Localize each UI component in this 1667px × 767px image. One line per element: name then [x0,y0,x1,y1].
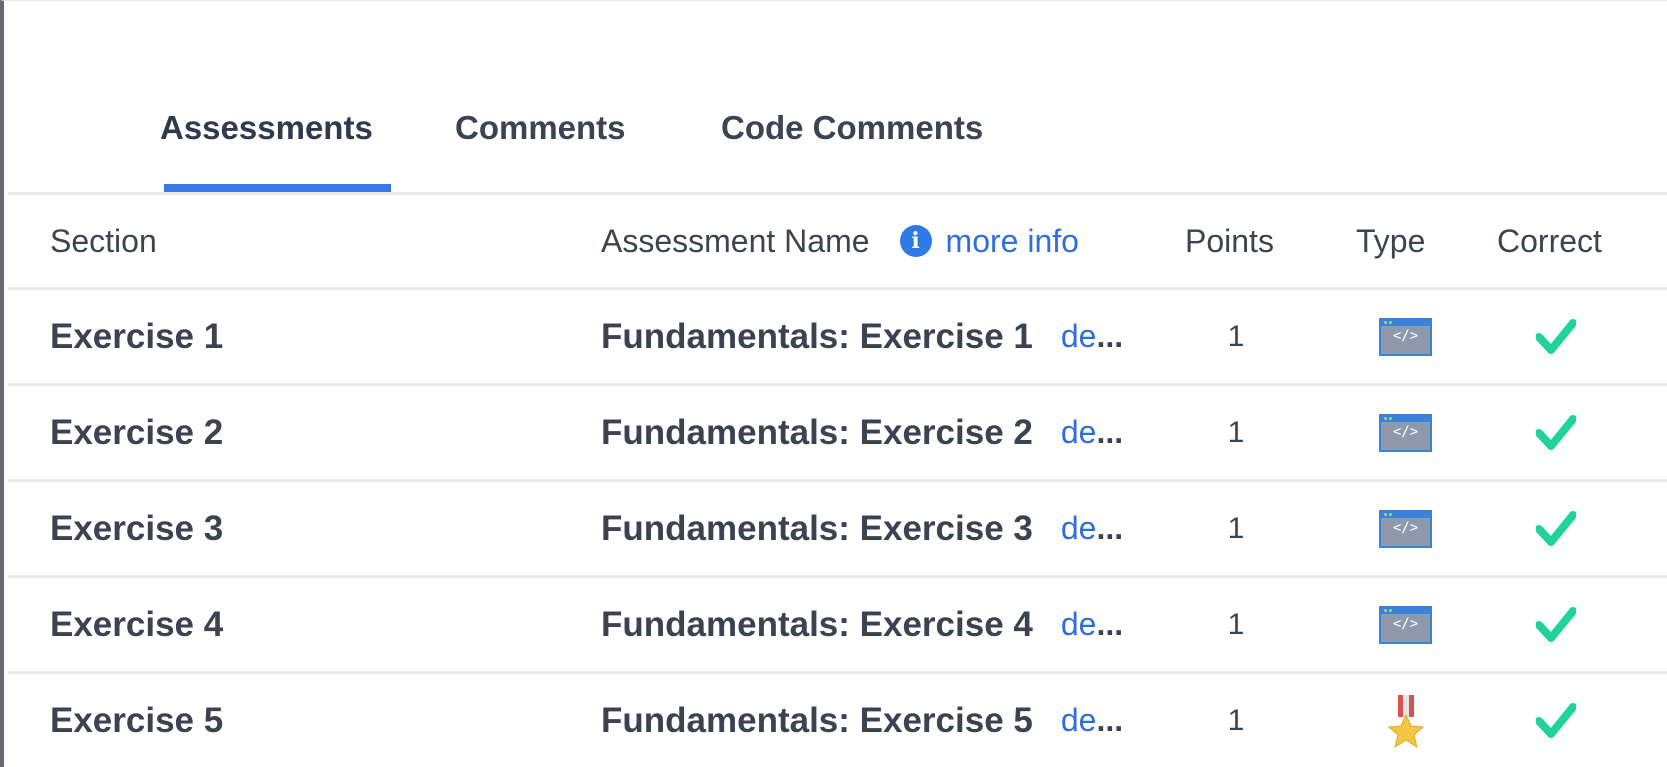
checkmark-icon [1536,510,1576,546]
points-value: 1 [1227,511,1245,545]
more-info-link[interactable]: more info [946,223,1079,260]
assessment-panel: Assessments Comments Code Comments Secti… [0,0,1667,767]
truncation-ellipsis: ... [1096,606,1124,642]
checkmark-icon [1536,702,1576,738]
tab-code-comments[interactable]: Code Comments [721,109,983,147]
column-header-points: Points [1185,222,1274,259]
assessment-name: Fundamentals: Exercise 2 [601,412,1033,452]
checkmark-icon [1536,318,1576,354]
truncation-ellipsis: ... [1096,510,1124,546]
details-link[interactable]: de [1061,318,1097,355]
code-window-icon: </> [1379,413,1432,452]
points-value: 1 [1227,703,1245,737]
code-window-icon: </> [1379,317,1432,356]
table-row[interactable]: Exercise 5 Fundamentals: Exercise 5 de..… [8,674,1667,767]
table-row[interactable]: Exercise 1 Fundamentals: Exercise 1 de..… [8,290,1667,386]
column-header-correct: Correct [1497,222,1602,259]
assessment-name: Fundamentals: Exercise 4 [601,604,1033,644]
column-header-assessment-name: Assessment Name i more info [601,195,1079,287]
details-link[interactable]: de [1061,702,1097,739]
assessments-table: Section Assessment Name i more info Poin… [8,195,1667,767]
table-row[interactable]: Exercise 2 Fundamentals: Exercise 2 de..… [8,386,1667,482]
assessment-name: Fundamentals: Exercise 5 [601,700,1033,740]
active-tab-indicator [164,184,391,192]
assessment-name: Fundamentals: Exercise 3 [601,508,1033,548]
checkmark-icon [1536,414,1576,450]
info-icon[interactable]: i [899,225,932,257]
tab-bar: Assessments Comments Code Comments [8,1,1667,195]
tab-comments[interactable]: Comments [455,109,626,147]
code-window-icon: </> [1379,509,1432,548]
points-value: 1 [1227,319,1245,353]
table-row[interactable]: Exercise 4 Fundamentals: Exercise 4 de..… [8,578,1667,674]
truncation-ellipsis: ... [1096,318,1124,354]
table-row[interactable]: Exercise 3 Fundamentals: Exercise 3 de..… [8,482,1667,578]
section-name: Exercise 5 [50,700,224,740]
details-link[interactable]: de [1061,414,1097,451]
section-name: Exercise 3 [50,508,224,548]
details-link[interactable]: de [1061,510,1097,547]
medal-icon [1387,694,1424,748]
column-header-section: Section [50,222,157,259]
checkmark-icon [1536,606,1576,642]
code-window-icon: </> [1379,605,1432,644]
section-name: Exercise 1 [50,316,224,356]
section-name: Exercise 2 [50,412,224,452]
truncation-ellipsis: ... [1096,414,1124,450]
assessment-name-label: Assessment Name [601,222,870,259]
table-header-row: Section Assessment Name i more info Poin… [8,195,1667,290]
tab-assessments[interactable]: Assessments [160,109,373,147]
points-value: 1 [1227,415,1245,449]
details-link[interactable]: de [1061,606,1097,643]
points-value: 1 [1227,607,1245,641]
section-name: Exercise 4 [50,604,224,644]
column-header-type: Type [1356,222,1426,259]
assessment-name: Fundamentals: Exercise 1 [601,316,1033,356]
truncation-ellipsis: ... [1096,702,1124,738]
